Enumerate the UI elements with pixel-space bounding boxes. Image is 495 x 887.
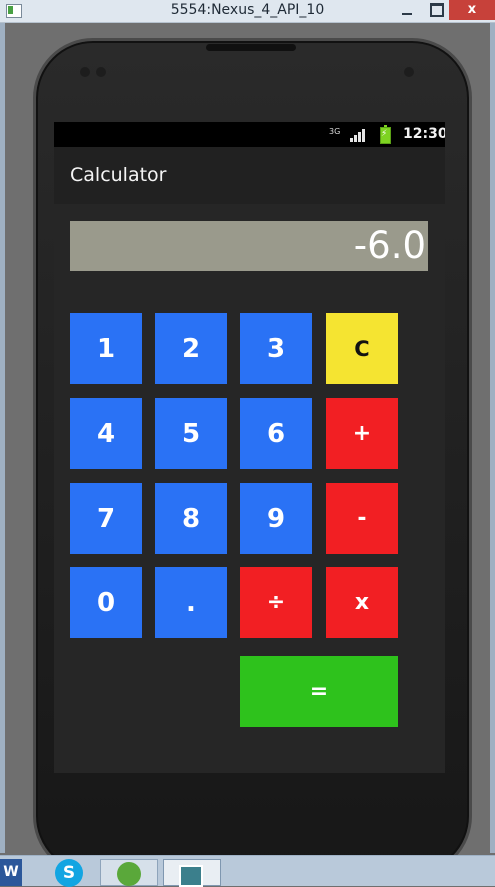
- subtract-button[interactable]: -: [326, 483, 398, 554]
- clear-button[interactable]: C: [326, 313, 398, 384]
- status-bar: 3G 12:30: [54, 122, 445, 147]
- host-taskbar: W S: [0, 855, 495, 887]
- earpiece-speaker: [206, 44, 296, 51]
- minimize-icon[interactable]: [400, 3, 414, 17]
- light-sensor: [96, 67, 106, 77]
- key-2-button[interactable]: 2: [155, 313, 227, 384]
- android-studio-taskbar-icon[interactable]: [100, 859, 158, 886]
- add-button[interactable]: +: [326, 398, 398, 469]
- window-frame-left: [0, 23, 5, 853]
- signal-strength-icon: [350, 129, 366, 142]
- word-taskbar-icon[interactable]: W: [0, 859, 22, 886]
- close-window-button[interactable]: x: [449, 0, 495, 20]
- key-7-button[interactable]: 7: [70, 483, 142, 554]
- skype-taskbar-icon[interactable]: S: [55, 859, 83, 887]
- device-screen[interactable]: 3G 12:30 Calculator -6.0 1 2 3 C 4 5 6 +…: [54, 122, 445, 773]
- key-5-button[interactable]: 5: [155, 398, 227, 469]
- key-3-button[interactable]: 3: [240, 313, 312, 384]
- decimal-point-button[interactable]: .: [155, 567, 227, 638]
- proximity-sensor: [80, 67, 90, 77]
- front-camera: [404, 67, 414, 77]
- key-1-button[interactable]: 1: [70, 313, 142, 384]
- result-display: -6.0: [70, 221, 428, 271]
- key-0-button[interactable]: 0: [70, 567, 142, 638]
- status-clock: 12:30: [403, 126, 445, 142]
- action-bar: Calculator: [54, 147, 445, 204]
- equals-button[interactable]: =: [240, 656, 398, 727]
- battery-charging-icon: [380, 125, 391, 144]
- key-4-button[interactable]: 4: [70, 398, 142, 469]
- divide-button[interactable]: ÷: [240, 567, 312, 638]
- emulator-title-bar[interactable]: 5554:Nexus_4_API_10 x: [0, 0, 495, 23]
- maximize-icon[interactable]: [430, 3, 444, 17]
- key-9-button[interactable]: 9: [240, 483, 312, 554]
- network-type-indicator: 3G: [329, 127, 341, 136]
- emulator-taskbar-icon[interactable]: [163, 859, 221, 887]
- multiply-button[interactable]: x: [326, 567, 398, 638]
- key-8-button[interactable]: 8: [155, 483, 227, 554]
- window-frame-right: [490, 23, 495, 853]
- app-title: Calculator: [70, 164, 167, 186]
- key-6-button[interactable]: 6: [240, 398, 312, 469]
- emulator-window-title: 5554:Nexus_4_API_10: [170, 2, 325, 18]
